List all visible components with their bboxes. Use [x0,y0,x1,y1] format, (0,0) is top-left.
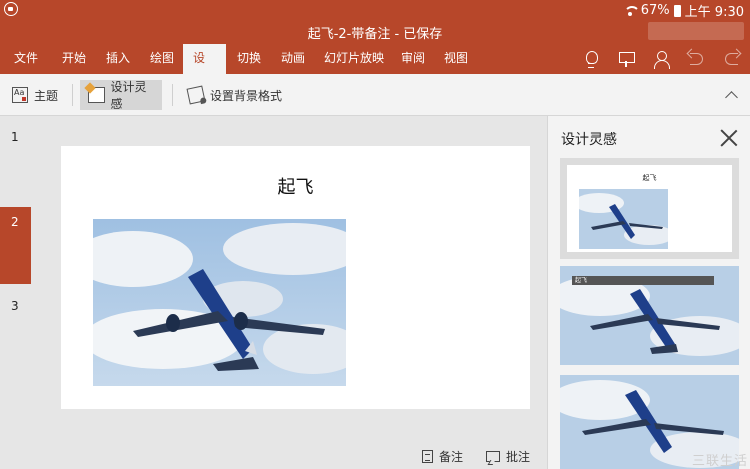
airplane-photo[interactable] [93,219,346,386]
notes-label: 备注 [439,450,464,464]
format-background-button[interactable]: 设置背景格式 [180,80,290,110]
design-option-1[interactable]: 起飞 [560,158,739,259]
undo-icon[interactable] [687,50,705,68]
battery-percent: 67% [640,3,670,18]
tab-slideshow[interactable]: 幻灯片放映 [314,44,394,74]
current-slide[interactable]: 起飞 [61,146,530,409]
account-area[interactable] [648,22,744,40]
design-ideas-pane: 设计灵感 起飞 起飞 [547,116,750,469]
themes-label: 主题 [34,88,59,103]
tab-transitions[interactable]: 切换 [227,44,271,74]
design-ideas-button[interactable]: 设计灵感 [80,80,162,111]
battery-icon [673,4,681,17]
divider [172,84,173,106]
design-option-2[interactable]: 起飞 [560,266,739,365]
ribbon-tabs: 文件 开始 插入 绘图 设计 切换 动画 幻灯片放映 审阅 视图 [0,44,750,93]
design-ideas-icon [88,87,105,103]
design-option-title: 起飞 [572,276,714,285]
comment-icon [486,451,500,462]
tab-view[interactable]: 视图 [434,44,478,74]
redo-icon[interactable] [722,50,740,68]
collapse-ribbon-icon[interactable] [725,91,738,104]
pane-title: 设计灵感 [561,132,617,148]
status-bar: 67% 上午 9:30 [0,0,750,20]
theme-icon: Aa [12,87,28,103]
tab-home[interactable]: 开始 [52,44,96,74]
tab-draw[interactable]: 绘图 [140,44,184,74]
format-background-label: 设置背景格式 [210,88,283,103]
document-title: 起飞-2-带备注 - 已保存 [307,27,443,42]
notes-icon [422,450,433,463]
themes-button[interactable]: Aa 主题 [4,80,66,110]
ribbon: Aa 主题 设计灵感 设置背景格式 [0,74,750,116]
slide-thumb-1[interactable]: 1 [0,130,31,144]
close-icon[interactable] [720,129,738,147]
notes-button[interactable]: 备注 [422,448,463,465]
design-option-photo [579,189,668,249]
lightbulb-icon[interactable] [582,50,600,68]
tab-review[interactable]: 审阅 [391,44,435,74]
slide-thumb-2[interactable]: 2 [0,207,31,284]
format-background-icon [186,85,206,105]
title-bar: 起飞-2-带备注 - 已保存 [0,18,750,44]
tab-insert[interactable]: 插入 [96,44,140,74]
present-icon[interactable] [617,50,635,68]
slide-canvas: 起飞 备注 批注 [34,116,547,469]
divider [72,84,73,106]
comments-label: 批注 [506,450,531,464]
status-strip: 备注 批注 [34,444,547,469]
comments-button[interactable]: 批注 [486,448,530,465]
watermark: 三联生活 [691,454,748,469]
wifi-icon [623,5,640,17]
tab-file[interactable]: 文件 [4,44,48,74]
design-option-title: 起飞 [642,174,657,182]
slide-title[interactable]: 起飞 [61,173,530,199]
design-ideas-label: 设计灵感 [110,80,147,111]
share-person-icon[interactable] [652,50,670,69]
slide-thumb-3[interactable]: 3 [0,299,31,313]
tab-design[interactable]: 设计 [183,44,226,93]
lock-icon [4,2,18,16]
tab-animations[interactable]: 动画 [271,44,315,74]
slide-thumbnails: 1 2 3 [0,116,34,469]
